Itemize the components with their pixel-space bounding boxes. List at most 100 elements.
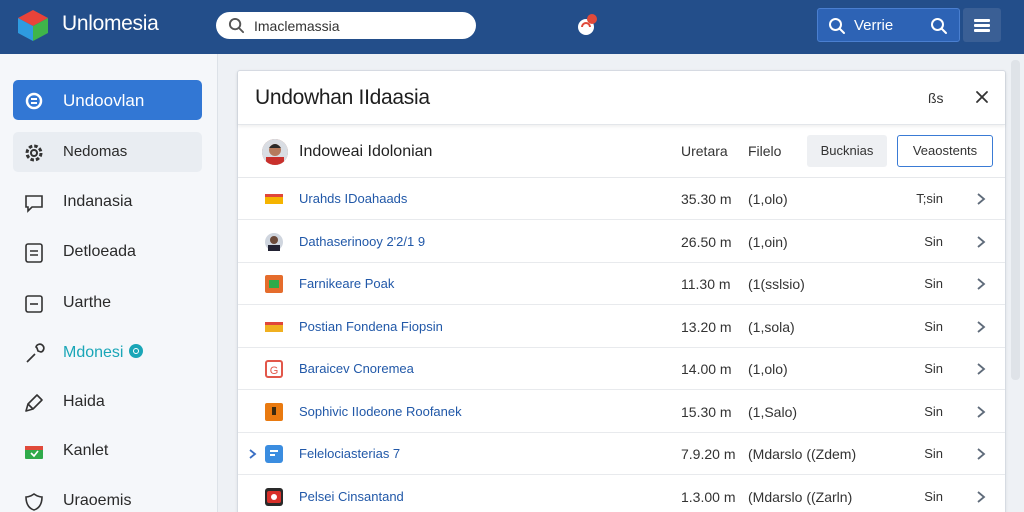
- table-row[interactable]: Postian Fondena Fiopsin 13.20 m (1,sola)…: [238, 306, 1005, 348]
- expand-arrow-icon[interactable]: [248, 447, 258, 461]
- cube-logo-icon[interactable]: [16, 8, 50, 42]
- row-name[interactable]: Sophivic IIodeone Roofanek: [299, 404, 462, 419]
- panel-extra-label[interactable]: ßs: [928, 90, 944, 106]
- row-status: T;sin: [916, 191, 943, 206]
- camera-icon: [265, 487, 283, 506]
- sidebar-item-label: Kanlet: [63, 442, 109, 459]
- tag-icon: [25, 394, 43, 412]
- table-row[interactable]: Pelsei Cinsantand 1.3.00 m (Mdarslo ((Za…: [238, 476, 1005, 512]
- shield-icon: [25, 493, 43, 511]
- search-bar[interactable]: [216, 12, 476, 39]
- chevron-right-icon[interactable]: [974, 234, 988, 250]
- table-row[interactable]: G Baraicev Cnoremea 14.00 m (1,olo) Sin: [238, 348, 1005, 390]
- row-type: (1,olo): [748, 361, 788, 377]
- table-row[interactable]: Felelociasterias 7 7.9.20 m (Mdarslo ((Z…: [238, 433, 1005, 475]
- search-icon: [829, 18, 845, 34]
- chevron-right-icon[interactable]: [974, 361, 988, 377]
- sidebar-item-label: Detloeada: [63, 243, 136, 260]
- close-icon[interactable]: [972, 87, 992, 107]
- flag-icon: [265, 194, 283, 204]
- chevron-right-icon[interactable]: [974, 276, 988, 292]
- row-name[interactable]: Dathaserinooy 2'2/1 9: [299, 234, 425, 249]
- sidebar-item-undoovlan[interactable]: Undoovlan: [13, 80, 202, 120]
- sidebar-item-detloeada[interactable]: Detloeada: [13, 232, 202, 272]
- search-input[interactable]: [254, 15, 464, 36]
- sidebar: Undoovlan Nedomas Indanasia Detloeada Ua…: [0, 54, 218, 512]
- notification-icon[interactable]: [576, 14, 598, 36]
- bucknias-button[interactable]: Bucknias: [807, 135, 887, 167]
- row-size: 35.30 m: [681, 191, 732, 207]
- sidebar-item-indanasia[interactable]: Indanasia: [13, 182, 202, 222]
- row-size: 15.30 m: [681, 403, 732, 420]
- row-type: (Mdarslo ((Zdem): [748, 446, 857, 462]
- image-icon: [265, 275, 283, 293]
- row-name[interactable]: Baraicev Cnoremea: [299, 361, 414, 376]
- row-size: 14.00 m: [681, 361, 732, 377]
- chevron-right-icon[interactable]: [974, 191, 988, 207]
- sidebar-item-label: Undoovlan: [63, 91, 145, 110]
- row-size: 11.30 m: [681, 276, 731, 292]
- row-type: (1,olo): [748, 191, 788, 207]
- sidebar-item-uraoemis[interactable]: Uraoemis: [13, 481, 202, 512]
- row-name[interactable]: Postian Fondena Fiopsin: [299, 319, 443, 334]
- row-type: (1,oin): [748, 233, 788, 250]
- hamburger-menu-icon[interactable]: [963, 8, 1001, 42]
- message-icon: [25, 195, 43, 213]
- veaostents-button[interactable]: Veaostents: [897, 135, 993, 167]
- row-type: (Mdarslo ((Zarln): [748, 488, 853, 505]
- minus-box-icon: [25, 295, 43, 313]
- row-name[interactable]: Farnikeare Poak: [299, 276, 394, 291]
- avatar: [262, 139, 288, 165]
- main-panel: Undowhan IIdaasia ßs Indoweai Idolonian …: [237, 70, 1006, 512]
- row-status: Sin: [924, 403, 943, 419]
- table-row[interactable]: Urahds IDoahaads 35.30 m (1,olo) T;sin: [238, 178, 1005, 220]
- row-type: (1,sola): [748, 318, 795, 335]
- panel-title: Undowhan IIdaasia: [255, 86, 430, 109]
- table-row[interactable]: Sophivic IIodeone Roofanek 15.30 m (1,Sa…: [238, 391, 1005, 433]
- chevron-right-icon[interactable]: [974, 489, 988, 505]
- chevron-right-icon[interactable]: [974, 404, 988, 420]
- sidebar-item-haida[interactable]: Haida: [13, 382, 202, 422]
- row-status: Sin: [924, 318, 943, 334]
- row-name[interactable]: Urahds IDoahaads: [299, 191, 407, 206]
- top-search-button[interactable]: Verrie: [817, 8, 960, 42]
- sidebar-item-label: Nedomas: [63, 143, 128, 160]
- person-icon: [265, 232, 283, 251]
- gear-icon: [25, 144, 43, 162]
- panel-subheader: Indoweai Idolonian Uretara Filelo Buckni…: [238, 126, 1005, 178]
- column-header-size[interactable]: Uretara: [681, 143, 728, 159]
- chevron-right-icon[interactable]: [974, 319, 988, 335]
- chat-icon: [265, 445, 283, 463]
- settings-icon: [25, 92, 43, 110]
- document-icon: [25, 243, 43, 263]
- row-status: Sin: [924, 276, 943, 291]
- table-row[interactable]: Farnikeare Poak 11.30 m (1(sslsio) Sin: [238, 263, 1005, 305]
- chevron-right-icon[interactable]: [974, 446, 988, 462]
- scrollbar[interactable]: [1011, 60, 1020, 380]
- table-row[interactable]: Dathaserinooy 2'2/1 9 26.50 m (1,oin) Si…: [238, 221, 1005, 263]
- app-title: Unlomesia: [62, 12, 159, 35]
- row-status: Sin: [924, 446, 943, 461]
- sidebar-item-nedomas[interactable]: Nedomas: [13, 132, 202, 172]
- box-icon: [265, 402, 283, 421]
- status-badge: [129, 344, 144, 358]
- row-name[interactable]: Pelsei Cinsantand: [299, 489, 404, 504]
- sidebar-item-label: Haida: [63, 393, 105, 410]
- svg-text:G: G: [270, 365, 279, 377]
- row-status: Sin: [924, 233, 943, 249]
- row-size: 1.3.00 m: [681, 488, 736, 505]
- sidebar-item-label: Mdonesi: [63, 344, 144, 362]
- sidebar-item-label: Indanasia: [63, 193, 133, 210]
- column-header-type[interactable]: Filelo: [748, 143, 781, 159]
- sidebar-item-kanlet[interactable]: Kanlet: [13, 431, 202, 471]
- row-name[interactable]: Felelociasterias 7: [299, 446, 400, 461]
- row-type: (1(sslsio): [748, 276, 805, 292]
- flag-icon: [265, 321, 283, 332]
- sidebar-item-uarthe[interactable]: Uarthe: [13, 283, 202, 323]
- row-size: 13.20 m: [681, 318, 732, 335]
- sidebar-item-mdonesi[interactable]: Mdonesi: [13, 333, 202, 373]
- row-status: Sin: [924, 361, 943, 376]
- top-bar: Unlomesia Verrie: [0, 0, 1024, 54]
- folder-icon: [25, 446, 43, 459]
- sidebar-item-label: Uarthe: [63, 294, 112, 311]
